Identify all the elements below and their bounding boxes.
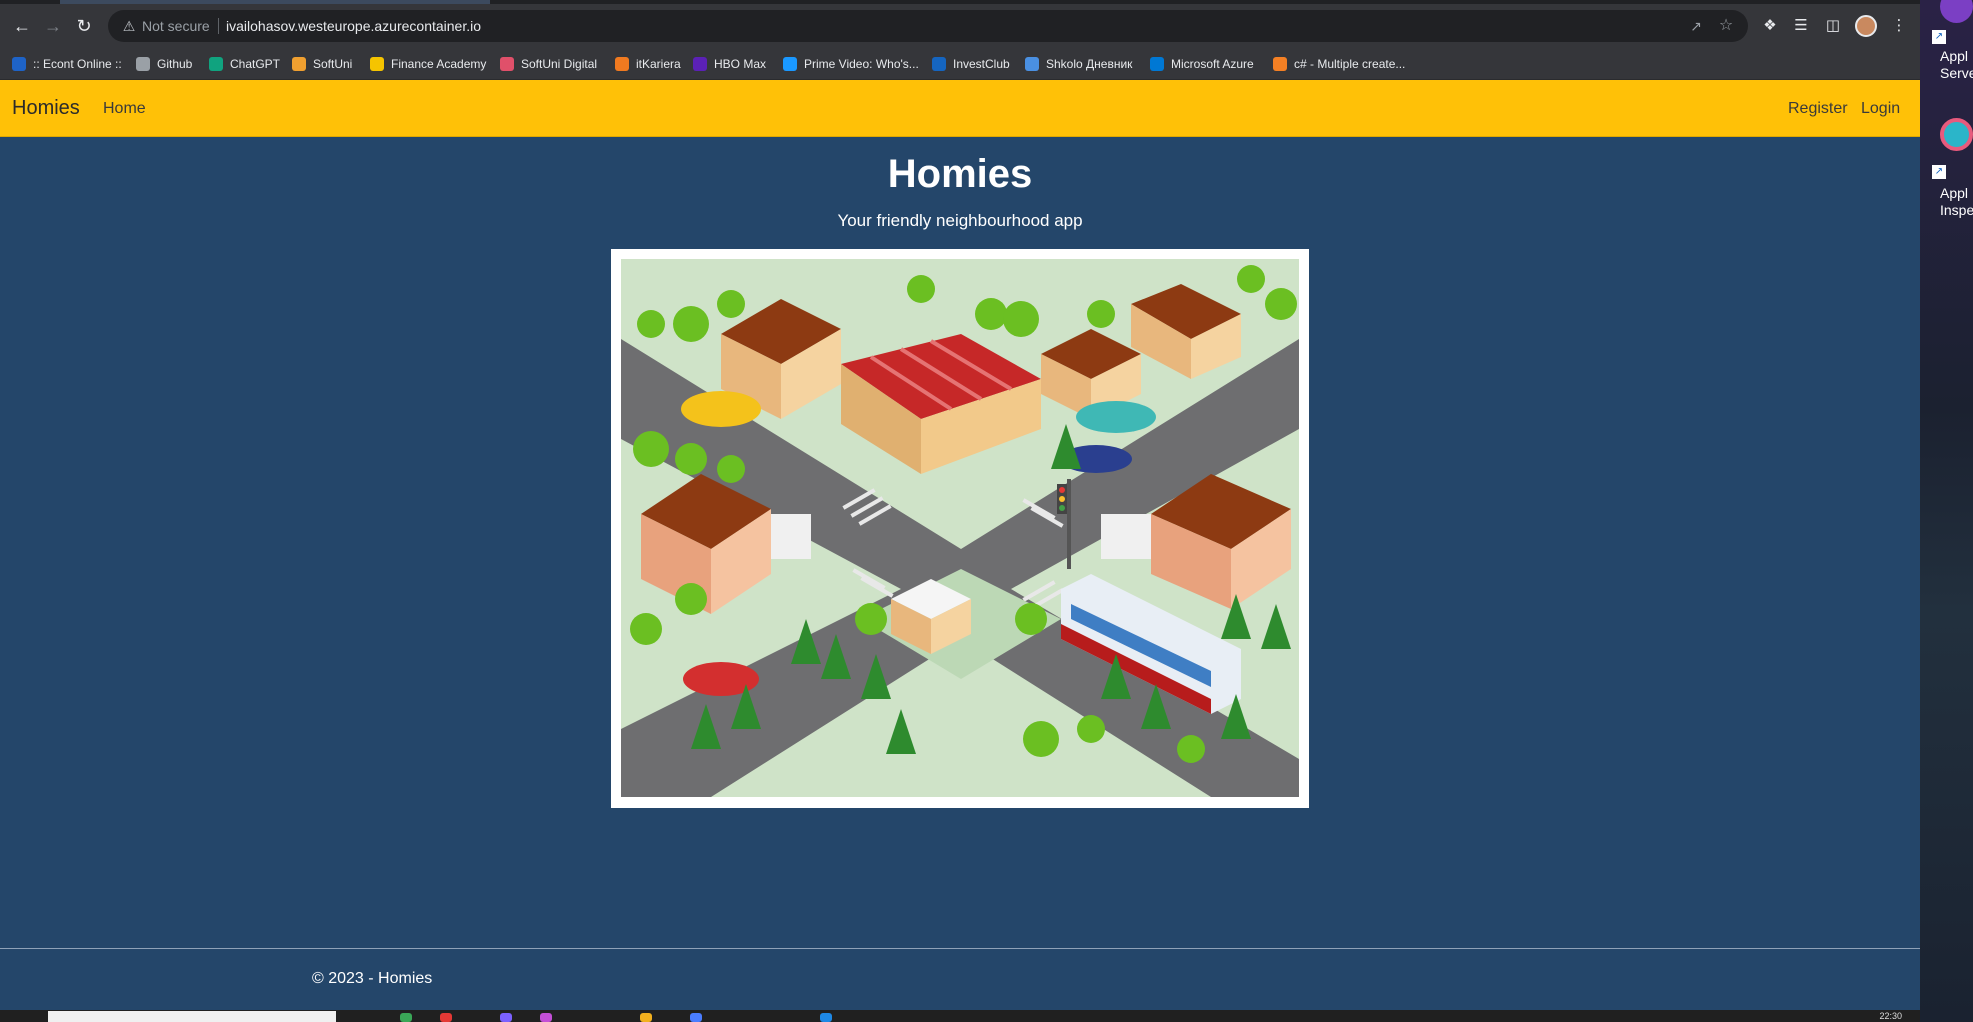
nav-link-register[interactable]: Register xyxy=(1788,80,1848,137)
taskbar-app-icon[interactable] xyxy=(540,1013,552,1022)
back-icon[interactable]: ← xyxy=(8,12,36,40)
hero-image xyxy=(621,259,1299,797)
bookmark-label: SoftUni xyxy=(313,57,353,71)
shortcut-arrow-icon: ↗ xyxy=(1932,30,1946,44)
bookmark-item[interactable]: c# - Multiple create... xyxy=(1273,48,1405,80)
page-subtitle: Your friendly neighbourhood app xyxy=(837,211,1083,230)
bookmark-item[interactable]: Microsoft Azure xyxy=(1150,48,1254,80)
desktop-shortcut-label[interactable]: Inspe xyxy=(1940,202,1973,219)
bookmark-favicon-icon xyxy=(136,57,150,71)
bookmark-item[interactable]: InvestClub xyxy=(932,48,1010,80)
bookmark-label: c# - Multiple create... xyxy=(1294,57,1406,71)
bookmark-item[interactable]: SoftUni xyxy=(292,48,352,80)
bookmark-favicon-icon xyxy=(932,57,946,71)
app-shortcut-icon[interactable] xyxy=(1940,0,1973,23)
bookmark-favicon-icon xyxy=(500,57,514,71)
navbar: Homies Home Register Login xyxy=(0,80,1920,137)
bookmark-item[interactable]: SoftUni Digital xyxy=(500,48,597,80)
shortcut-arrow-icon: ↗ xyxy=(1932,165,1946,179)
warning-icon[interactable]: ⚠ xyxy=(120,17,138,35)
bookmark-item[interactable]: itKariera xyxy=(615,48,681,80)
taskbar-app-icon[interactable] xyxy=(440,1013,452,1022)
bookmark-item[interactable]: Prime Video: Who's... xyxy=(783,48,919,80)
bookmark-favicon-icon xyxy=(370,57,384,71)
address-bar[interactable]: ⚠ Not secure ivailohasov.westeurope.azur… xyxy=(108,10,1748,42)
media-queue-icon[interactable]: ☰ xyxy=(1790,15,1812,37)
share-icon[interactable]: ↗ xyxy=(1686,16,1706,36)
bookmark-label: Github xyxy=(157,57,193,71)
taskbar-clock[interactable]: 22:30 xyxy=(1879,1010,1902,1022)
browser-window: ← → ↻ ⚠ Not secure ivailohasov.westeurop… xyxy=(0,0,1920,1022)
forward-icon[interactable]: → xyxy=(39,12,67,40)
hero-image-frame xyxy=(611,249,1309,808)
bookmark-label: itKariera xyxy=(636,57,681,71)
bookmark-label: Prime Video: Who's... xyxy=(804,57,919,71)
security-status[interactable]: Not secure xyxy=(142,10,210,42)
bookmark-label: :: Econt Online :: xyxy=(33,57,122,71)
bookmark-favicon-icon xyxy=(209,57,223,71)
bookmark-label: Microsoft Azure xyxy=(1171,57,1254,71)
bookmark-item[interactable]: ChatGPT xyxy=(209,48,280,80)
taskbar-search[interactable] xyxy=(48,1011,336,1022)
nav-link-home[interactable]: Home xyxy=(103,80,146,137)
bookmark-item[interactable]: :: Econt Online :: xyxy=(12,48,122,80)
bookmark-label: Finance Academy xyxy=(391,57,487,71)
bookmark-star-icon[interactable]: ☆ xyxy=(1716,16,1736,36)
app-shortcut-icon[interactable] xyxy=(1940,118,1973,151)
bookmark-label: SoftUni Digital xyxy=(521,57,598,71)
bookmark-favicon-icon xyxy=(12,57,26,71)
navbar-brand[interactable]: Homies xyxy=(12,80,80,137)
url-text[interactable]: ivailohasov.westeurope.azurecontainer.io xyxy=(226,10,481,42)
browser-toolbar: ← → ↻ ⚠ Not secure ivailohasov.westeurop… xyxy=(0,4,1920,48)
extensions-icon[interactable]: ❖ xyxy=(1759,15,1781,37)
bookmark-favicon-icon xyxy=(1025,57,1039,71)
desktop-background: ↗ Appl Serve ↗ Appl Inspe xyxy=(1920,0,1973,1022)
bookmark-favicon-icon xyxy=(1273,57,1287,71)
bookmark-item[interactable]: Shkolo Дневник xyxy=(1025,48,1132,80)
profile-avatar[interactable] xyxy=(1855,15,1877,37)
desktop-shortcut-label[interactable]: Serve xyxy=(1940,65,1973,82)
bookmarks-bar: :: Econt Online :: Github ChatGPT SoftUni Fi… xyxy=(0,48,1920,80)
bookmark-favicon-icon xyxy=(783,57,797,71)
side-panel-icon[interactable]: ◫ xyxy=(1822,15,1844,37)
taskbar-app-icon[interactable] xyxy=(690,1013,702,1022)
bookmark-favicon-icon xyxy=(292,57,306,71)
footer-divider xyxy=(0,948,1920,949)
bookmark-item[interactable]: Github xyxy=(136,48,192,80)
bookmark-item[interactable]: Finance Academy xyxy=(370,48,486,80)
page-title: Homies xyxy=(887,152,1033,196)
bookmark-label: InvestClub xyxy=(953,57,1010,71)
desktop-shortcut-label[interactable]: Appl xyxy=(1940,48,1968,65)
bookmark-label: HBO Max xyxy=(714,57,767,71)
nav-link-login[interactable]: Login xyxy=(1861,80,1900,137)
bookmark-item[interactable]: HBO Max xyxy=(693,48,766,80)
bookmark-favicon-icon xyxy=(1150,57,1164,71)
taskbar-app-icon[interactable] xyxy=(400,1013,412,1022)
bookmark-label: Shkolo Дневник xyxy=(1046,57,1133,71)
desktop-shortcut-label[interactable]: Appl xyxy=(1940,185,1968,202)
menu-icon[interactable]: ⋮ xyxy=(1888,15,1910,37)
reload-icon[interactable]: ↻ xyxy=(70,12,98,40)
taskbar-app-icon[interactable] xyxy=(640,1013,652,1022)
bookmark-label: ChatGPT xyxy=(230,57,281,71)
bookmark-favicon-icon xyxy=(693,57,707,71)
bookmark-favicon-icon xyxy=(615,57,629,71)
windows-taskbar: 22:30 xyxy=(0,1010,1920,1022)
taskbar-app-icon[interactable] xyxy=(820,1013,832,1022)
footer-copyright: © 2023 - Homies xyxy=(312,970,433,987)
taskbar-app-icon[interactable] xyxy=(500,1013,512,1022)
